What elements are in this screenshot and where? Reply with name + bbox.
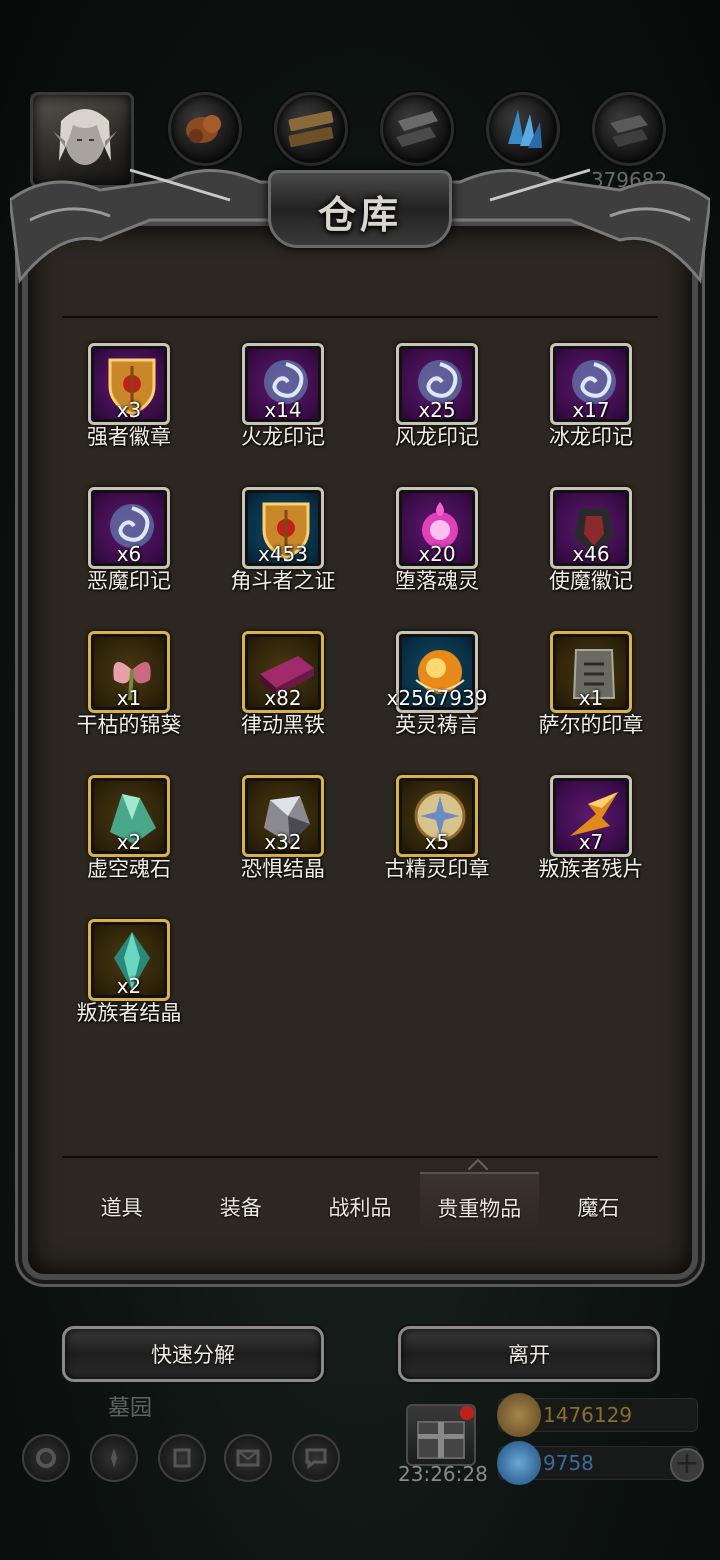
gem-amount: 9758 <box>543 1451 594 1475</box>
inventory-item[interactable]: x46 使魔徽记 <box>514 487 668 631</box>
item-name: 恶魔印记 <box>87 569 171 593</box>
tab-indicator-icon <box>468 1158 488 1170</box>
event-timer: 23:26:28 <box>398 1462 488 1486</box>
item-quantity: x6 <box>116 542 142 566</box>
stone-icon <box>396 111 438 147</box>
chat-icon <box>305 1448 327 1470</box>
tab-loot[interactable]: 战利品 <box>300 1172 419 1242</box>
item-grid-viewport[interactable]: x1魔化水晶x11天然蓝宝石x3符文刻印x10魔化钢x3强者徽章x14火龙印记x… <box>52 320 668 1152</box>
mail-button[interactable] <box>224 1434 272 1482</box>
inventory-item[interactable]: x32 恐惧结晶 <box>206 775 360 919</box>
compass-icon <box>111 1448 117 1468</box>
inventory-item[interactable]: x1 干枯的锦葵 <box>52 631 206 775</box>
item-quantity: x1 <box>578 686 604 710</box>
inventory-item[interactable]: x14 火龙印记 <box>206 343 360 487</box>
item-name: 使魔徽记 <box>549 569 633 593</box>
resource-slot-meat[interactable] <box>168 92 242 166</box>
crystal-icon <box>508 110 542 148</box>
resource-slot-iron[interactable] <box>592 92 666 166</box>
inventory-item[interactable]: x6 恶魔印记 <box>52 487 206 631</box>
leave-button[interactable]: 离开 <box>398 1326 660 1382</box>
settings-button[interactable] <box>22 1434 70 1482</box>
compass-button[interactable] <box>90 1434 138 1482</box>
area-name: 墓园 <box>108 1396 153 1421</box>
tab-magic-stones[interactable]: 魔石 <box>539 1172 658 1242</box>
gold-coin-icon <box>497 1393 541 1437</box>
inventory-item[interactable]: x3符文刻印 <box>360 320 514 343</box>
inventory-item[interactable]: x17 冰龙印记 <box>514 343 668 487</box>
item-name: 叛族者残片 <box>538 857 644 881</box>
item-quantity: x32 <box>264 830 302 854</box>
inventory-item[interactable]: x11天然蓝宝石 <box>206 320 360 343</box>
category-tabs: 道具 装备 战利品 贵重物品 魔石 <box>62 1172 658 1242</box>
gold-amount: 1476129 <box>543 1403 633 1427</box>
notification-dot <box>460 1406 474 1420</box>
item-quantity: x2 <box>116 830 142 854</box>
tab-props[interactable]: 道具 <box>62 1172 181 1242</box>
gem-currency: 9758 <box>497 1441 698 1485</box>
panel-title: 仓库 <box>317 192 402 237</box>
quick-decompose-button[interactable]: 快速分解 <box>62 1326 324 1382</box>
gold-currency: 1476129 <box>497 1393 698 1437</box>
item-name: 萨尔的印章 <box>538 713 644 737</box>
inventory-item[interactable]: x82 律动黑铁 <box>206 631 360 775</box>
meat-icon <box>186 115 221 143</box>
item-quantity: x2 <box>116 974 142 998</box>
inventory-item[interactable]: x1 萨尔的印章 <box>514 631 668 775</box>
item-quantity: x25 <box>418 398 456 422</box>
item-name: 强者徽章 <box>87 425 171 449</box>
item-quantity: x20 <box>418 542 456 566</box>
item-quantity: x14 <box>264 398 302 422</box>
resource-slot-wood[interactable] <box>274 92 348 166</box>
iron-icon <box>610 115 648 147</box>
item-quantity: x2567939 <box>386 686 488 710</box>
grid-divider-bottom <box>62 1156 658 1158</box>
inventory-item[interactable]: x2 叛族者结晶 <box>52 919 206 1063</box>
item-quantity: x453 <box>257 542 308 566</box>
resource-slot-stone[interactable] <box>380 92 454 166</box>
item-quantity: x1 <box>116 686 142 710</box>
item-name: 律动黑铁 <box>241 713 325 737</box>
tab-equipment[interactable]: 装备 <box>181 1172 300 1242</box>
inventory-item[interactable]: x3 强者徽章 <box>52 343 206 487</box>
diamond-icon <box>497 1441 541 1485</box>
item-name: 虚空魂石 <box>87 857 171 881</box>
inventory-item[interactable]: x2 虚空魂石 <box>52 775 206 919</box>
item-quantity: x17 <box>572 398 610 422</box>
item-name: 干枯的锦葵 <box>76 713 182 737</box>
chat-button[interactable] <box>292 1434 340 1482</box>
inventory-item[interactable]: x2567939 英灵祷言 <box>360 631 514 775</box>
hero-button[interactable] <box>158 1434 206 1482</box>
item-quantity: x46 <box>572 542 610 566</box>
item-quantity: x3 <box>116 398 142 422</box>
tab-valuables[interactable]: 贵重物品 <box>419 1172 539 1242</box>
item-name: 叛族者结晶 <box>76 1001 182 1025</box>
item-name: 英灵祷言 <box>395 713 479 737</box>
add-currency-button[interactable]: + <box>670 1448 704 1482</box>
item-grid: x1魔化水晶x11天然蓝宝石x3符文刻印x10魔化钢x3强者徽章x14火龙印记x… <box>52 320 668 1063</box>
item-name: 恐惧结晶 <box>241 857 325 881</box>
item-name: 角斗者之证 <box>230 569 336 593</box>
item-name: 堕落魂灵 <box>395 569 479 593</box>
inventory-item[interactable]: x453 角斗者之证 <box>206 487 360 631</box>
item-name: 古精灵印章 <box>384 857 490 881</box>
inventory-item[interactable]: x25 风龙印记 <box>360 343 514 487</box>
inventory-item[interactable]: x20 堕落魂灵 <box>360 487 514 631</box>
item-name: 冰龙印记 <box>549 425 633 449</box>
grid-divider-top <box>62 316 658 318</box>
inventory-item[interactable]: x1魔化水晶 <box>52 320 206 343</box>
settings-icon <box>36 1448 56 1468</box>
item-quantity: x5 <box>424 830 450 854</box>
item-name: 火龙印记 <box>241 425 325 449</box>
inventory-item[interactable]: x7 叛族者残片 <box>514 775 668 919</box>
hero-icon <box>173 1448 191 1468</box>
item-quantity: x82 <box>264 686 302 710</box>
resource-slot-crystal[interactable] <box>486 92 560 166</box>
item-quantity: x7 <box>578 830 604 854</box>
mail-icon <box>236 1449 260 1467</box>
inventory-item[interactable]: x10魔化钢 <box>514 320 668 343</box>
inventory-item[interactable]: x5 古精灵印章 <box>360 775 514 919</box>
wood-icon <box>288 110 334 148</box>
item-name: 风龙印记 <box>395 425 479 449</box>
